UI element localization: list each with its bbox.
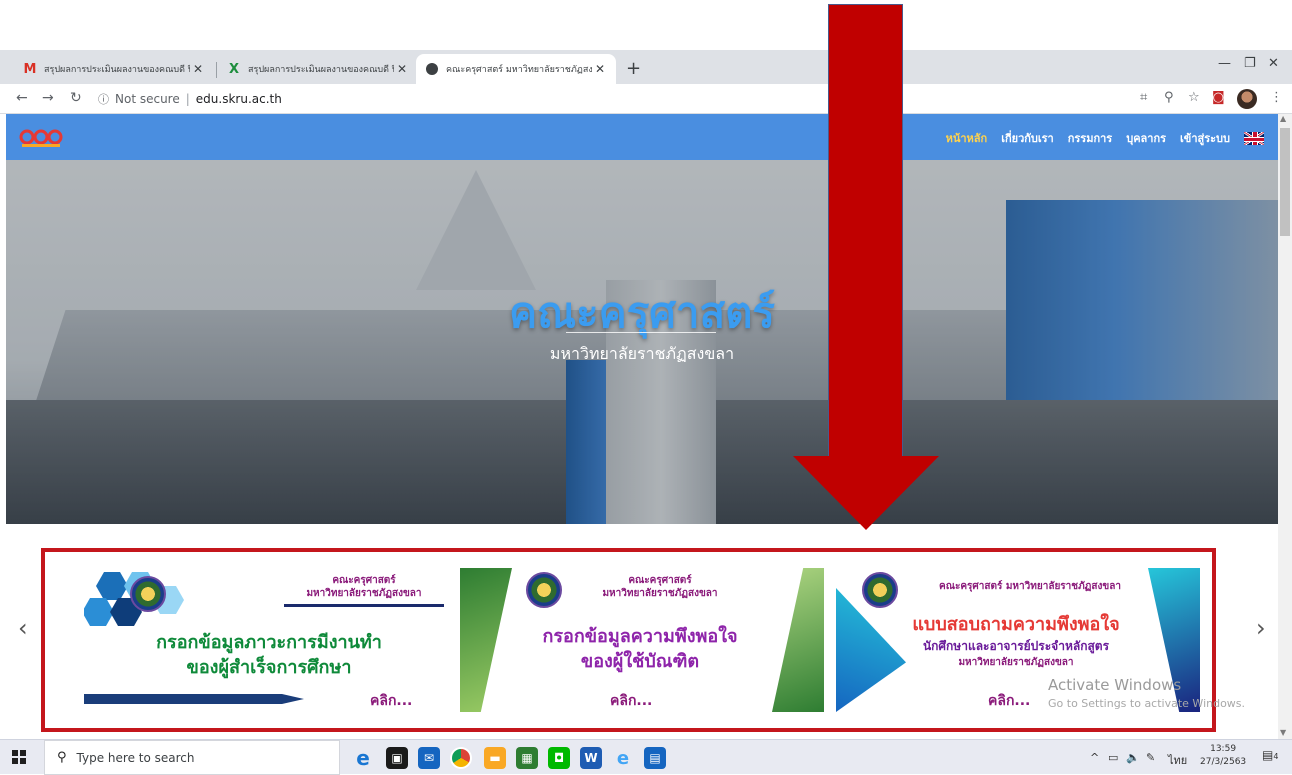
close-icon[interactable]: ✕ bbox=[394, 62, 410, 76]
url-text: edu.skru.ac.th bbox=[195, 92, 282, 106]
back-arrow-icon[interactable]: ← bbox=[16, 90, 28, 106]
browser-menu-icon[interactable]: ⋮ bbox=[1270, 90, 1283, 105]
tab-separator bbox=[216, 62, 217, 78]
browser-tab-strip: M สรุปผลการประเมินผลงานของคณบดี ปี ✕ X ส… bbox=[0, 50, 1292, 84]
uk-flag-icon[interactable] bbox=[1244, 131, 1264, 145]
close-icon[interactable]: ✕ bbox=[190, 62, 206, 76]
address-divider: | bbox=[185, 92, 190, 106]
site-navbar: หน้าหลัก เกี่ยวกับเรา กรรมการ บุคลากร เข… bbox=[6, 114, 1278, 160]
ie-icon[interactable]: e bbox=[612, 747, 634, 769]
photo-app-icon[interactable]: ▦ bbox=[516, 747, 538, 769]
input-language[interactable]: ไทย bbox=[1168, 751, 1187, 769]
notification-icon[interactable]: ▤4 bbox=[1262, 748, 1280, 766]
word-icon[interactable]: W bbox=[580, 747, 602, 769]
forward-arrow-icon[interactable]: → bbox=[42, 90, 54, 106]
pen-icon[interactable]: ✎ bbox=[1146, 751, 1155, 764]
reload-icon[interactable]: ↻ bbox=[70, 90, 82, 106]
site-icon bbox=[424, 61, 440, 77]
file-explorer-icon[interactable]: ▬ bbox=[484, 747, 506, 769]
nav-home[interactable]: หน้าหลัก bbox=[946, 129, 988, 147]
hero-title: คณะครุศาสตร์ bbox=[509, 288, 775, 337]
browser-tab-gmail[interactable]: M สรุปผลการประเมินผลงานของคณบดี ปี ✕ bbox=[14, 54, 214, 84]
info-icon[interactable]: ⓘ bbox=[98, 91, 109, 107]
search-placeholder: Type here to search bbox=[76, 750, 195, 765]
activate-windows-title: Activate Windows bbox=[1048, 676, 1182, 694]
excel-icon: X bbox=[228, 61, 240, 77]
nav-login[interactable]: เข้าสู่ระบบ bbox=[1180, 129, 1230, 147]
annotation-arrow-head bbox=[793, 456, 939, 530]
new-tab-button[interactable]: + bbox=[626, 58, 641, 79]
maximize-icon[interactable]: ❐ bbox=[1244, 56, 1256, 71]
annotation-highlight-box bbox=[41, 548, 1216, 732]
security-label: Not secure bbox=[115, 92, 180, 106]
browser-tab-excel[interactable]: X สรุปผลการประเมินผลงานของคณบดี ปี ✕ bbox=[218, 54, 418, 84]
carousel-prev-button[interactable]: ‹ bbox=[18, 614, 28, 642]
annotation-arrow-shaft bbox=[828, 4, 903, 474]
site-nav-menu: หน้าหลัก เกี่ยวกับเรา กรรมการ บุคลากร เข… bbox=[946, 129, 1264, 147]
taskbar-search-box[interactable]: ⚲ Type here to search bbox=[44, 740, 340, 775]
mail-icon[interactable]: ✉ bbox=[418, 747, 440, 769]
battery-icon[interactable]: ▭ bbox=[1108, 751, 1118, 764]
zoom-icon[interactable]: ⚲ bbox=[1164, 90, 1174, 105]
extension-icon[interactable]: ◙ bbox=[1212, 90, 1225, 105]
tab-label: คณะครุศาสตร์ มหาวิทยาลัยราชภัฏสงข bbox=[446, 65, 592, 75]
windows-taskbar: ⚲ Type here to search e ▣ ✉ ▬ ▦ ◘ W e ▤ … bbox=[0, 739, 1292, 775]
browser-tab-active[interactable]: คณะครุศาสตร์ มหาวิทยาลัยราชภัฏสงข ✕ bbox=[416, 54, 616, 84]
screen-top-blank bbox=[0, 0, 1292, 50]
scrollbar-thumb[interactable] bbox=[1280, 128, 1290, 236]
close-window-icon[interactable]: ✕ bbox=[1268, 56, 1279, 71]
tab-label: สรุปผลการประเมินผลงานของคณบดี ปี bbox=[248, 65, 394, 75]
minimize-icon[interactable]: — bbox=[1218, 56, 1231, 71]
hero-subtitle: มหาวิทยาลัยราชภัฏสงขลา bbox=[549, 344, 735, 363]
clock-time: 13:59 bbox=[1210, 744, 1237, 754]
carousel-next-button[interactable]: › bbox=[1256, 614, 1266, 642]
bookmark-star-icon[interactable]: ☆ bbox=[1188, 90, 1200, 105]
clock-date: 27/3/2563 bbox=[1200, 757, 1247, 767]
nav-about[interactable]: เกี่ยวกับเรา bbox=[1001, 129, 1054, 147]
activate-windows-subtitle: Go to Settings to activate Windows. bbox=[1048, 697, 1246, 710]
search-icon: ⚲ bbox=[57, 750, 67, 765]
nav-staff[interactable]: บุคลากร bbox=[1126, 129, 1166, 147]
address-bar[interactable]: ⓘ Not secure | edu.skru.ac.th bbox=[98, 88, 698, 110]
faculty-logo-icon[interactable] bbox=[18, 126, 64, 150]
hero-divider bbox=[566, 332, 716, 333]
scroll-up-icon[interactable]: ▲ bbox=[1280, 114, 1286, 123]
store-icon[interactable]: ▣ bbox=[386, 747, 408, 769]
profile-avatar[interactable] bbox=[1237, 89, 1257, 109]
volume-icon[interactable]: 🔈 bbox=[1126, 751, 1140, 764]
nav-committee[interactable]: กรรมการ bbox=[1068, 129, 1112, 147]
tray-chevron-icon[interactable]: ^ bbox=[1090, 751, 1099, 764]
chrome-icon[interactable] bbox=[450, 747, 472, 769]
edge-icon[interactable]: e bbox=[352, 746, 374, 770]
line-app-icon[interactable]: ◘ bbox=[548, 747, 570, 769]
browser-toolbar: ← → ↻ ⓘ Not secure | edu.skru.ac.th ⌗ ⚲ … bbox=[0, 84, 1292, 114]
translate-icon[interactable]: ⌗ bbox=[1140, 90, 1147, 105]
taskbar-clock[interactable]: 13:59 27/3/2563 bbox=[1200, 743, 1246, 769]
scroll-down-icon[interactable]: ▼ bbox=[1280, 728, 1286, 737]
gmail-icon: M bbox=[23, 61, 37, 77]
windows-start-icon[interactable] bbox=[12, 750, 26, 764]
remote-desktop-icon[interactable]: ▤ bbox=[644, 747, 666, 769]
tab-label: สรุปผลการประเมินผลงานของคณบดี ปี bbox=[44, 65, 190, 75]
close-icon[interactable]: ✕ bbox=[592, 62, 608, 76]
notification-count: 4 bbox=[1273, 752, 1279, 761]
hero-banner: คณะครุศาสตร์ มหาวิทยาลัยราชภัฏสงขลา bbox=[6, 160, 1278, 524]
